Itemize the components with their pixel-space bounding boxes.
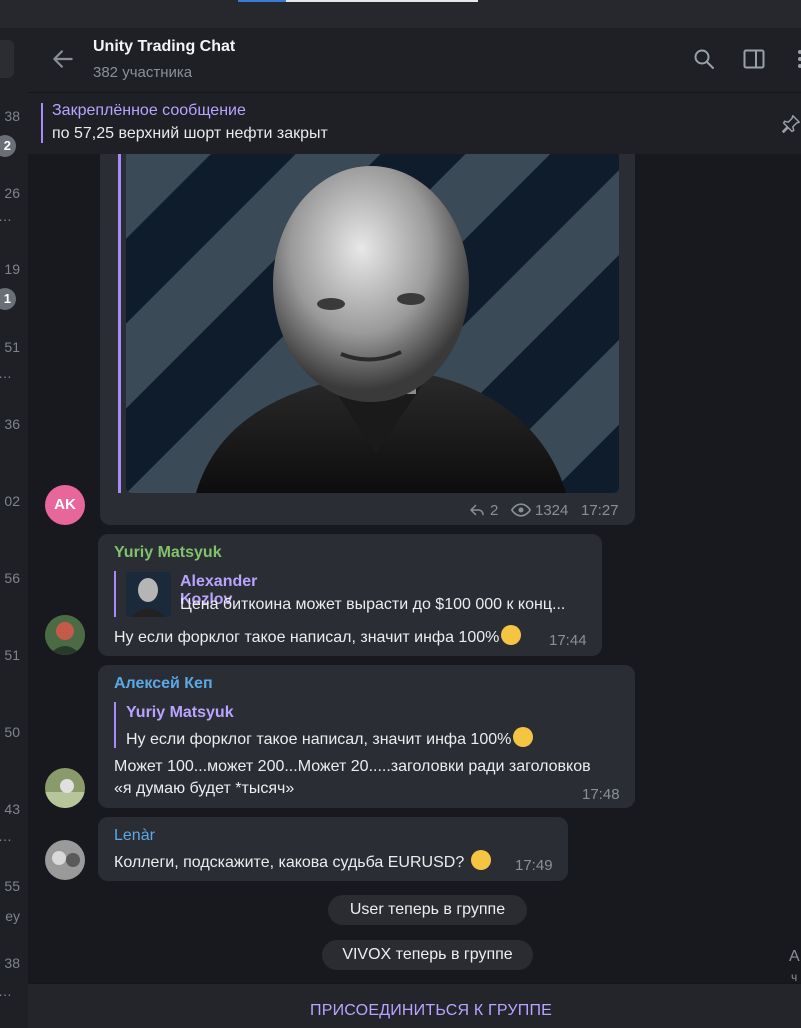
chat-list-time: 55 — [4, 878, 20, 894]
service-message: User теперь в группе — [328, 895, 527, 925]
avatar[interactable]: AK — [45, 485, 85, 525]
chat-list-time: 36 — [4, 416, 20, 432]
sidebar-toggle-icon[interactable] — [742, 47, 766, 71]
unread-badge: 2 — [0, 135, 16, 157]
views-eye-icon — [510, 503, 532, 517]
reply-arrow-icon — [470, 504, 484, 516]
message-text: Коллеги, подскажите, какова судьба EURUS… — [114, 850, 491, 872]
message-bubble[interactable]: Yuriy Matsyuk Alexander Kozlov Цена битк… — [98, 534, 602, 656]
message-time: 17:48 — [582, 786, 620, 803]
quote-thumbnail — [126, 572, 171, 617]
chat-list-time: 19 — [4, 261, 20, 277]
chat-list-time: 26 — [4, 185, 20, 201]
chat-list-time: 51 — [4, 339, 20, 355]
message-bubble[interactable]: Алексей Кеп Yuriy Matsyuk Ну если форкло… — [98, 665, 635, 808]
quote-text: Цена биткоина может вырасти до $100 000 … — [180, 596, 566, 613]
chat-list-panel[interactable]: 38 2 26 … 19 1 51 … 36 02 56 51 50 43 … … — [0, 28, 28, 1028]
avatar[interactable] — [45, 840, 85, 880]
service-message: VIVOX теперь в группе — [322, 940, 533, 970]
quote-sender: Yuriy Matsyuk — [126, 704, 234, 721]
join-group-bar: ПРИСОЕДИНИТЬСЯ К ГРУППЕ — [28, 983, 801, 1028]
chat-list-time: 02 — [4, 493, 20, 509]
more-menu-icon[interactable] — [788, 47, 801, 71]
active-tab-indicator — [238, 0, 286, 2]
quote-text: Ну если форклог такое написал, значит ин… — [126, 727, 534, 749]
pinned-title: Закреплённое сообщение — [52, 102, 246, 119]
laughing-emoji-icon — [501, 625, 522, 645]
unread-badge: 1 — [0, 288, 16, 310]
chat-header: Unity Trading Chat 382 участника — [28, 28, 801, 92]
post-photo[interactable] — [126, 154, 619, 493]
pinned-indicator — [41, 103, 43, 143]
message-text-content: Ну если форклог такое написал, значит ин… — [114, 629, 500, 646]
reply-quote[interactable]: Alexander Kozlov Цена биткоина может выр… — [114, 571, 565, 617]
message-text: Ну если форклог такое написал, значит ин… — [114, 625, 522, 647]
search-icon[interactable] — [692, 47, 716, 71]
chat-list-time: 51 — [4, 647, 20, 663]
chat-list-search[interactable] — [0, 40, 14, 78]
message-time: 17:44 — [549, 632, 587, 649]
chat-list-ellipsis: … — [0, 983, 12, 999]
join-group-button[interactable]: ПРИСОЕДИНИТЬСЯ К ГРУППЕ — [310, 1002, 552, 1020]
chat-list-ellipsis: … — [0, 208, 12, 224]
chat-list-fragment: ey — [5, 908, 20, 924]
laughing-emoji-icon — [513, 727, 534, 747]
avatar-initials: AK — [54, 496, 76, 513]
window-top-strip — [0, 0, 801, 28]
reply-count: 2 — [490, 502, 499, 519]
message-bubble[interactable]: 2 1324 17:27 — [100, 154, 635, 525]
chat-list-ellipsis: … — [0, 828, 12, 844]
avatar[interactable] — [45, 615, 85, 655]
chat-list-time: 38 — [4, 955, 20, 971]
message-text-line2: «я думаю будет *тысяч» — [114, 780, 295, 797]
message-time: 17:27 — [581, 502, 619, 519]
chat-list-time: 38 — [4, 108, 20, 124]
view-count: 1324 — [535, 502, 569, 519]
chat-title[interactable]: Unity Trading Chat — [93, 38, 235, 56]
sender-name[interactable]: Yuriy Matsyuk — [114, 544, 222, 562]
avatar[interactable] — [45, 768, 85, 808]
message-time: 17:49 — [515, 857, 553, 874]
sender-name[interactable]: Lenàr — [114, 827, 155, 845]
chat-list-time: 43 — [4, 801, 20, 817]
quote-text-content: Ну если форклог такое написал, значит ин… — [126, 731, 512, 748]
member-count: 382 участника — [93, 64, 193, 81]
portrait-image — [126, 154, 619, 493]
forward-indicator — [118, 154, 121, 493]
right-edge-char: ч — [791, 970, 798, 984]
reply-quote[interactable]: Yuriy Matsyuk Ну если форклог такое напи… — [114, 702, 614, 748]
message-bubble[interactable]: Lenàr Коллеги, подскажите, какова судьба… — [98, 817, 568, 881]
pinned-message-bar[interactable]: Закреплённое сообщение по 57,25 верхний … — [28, 92, 801, 154]
chat-list-time: 50 — [4, 724, 20, 740]
chat-list-ellipsis: … — [0, 365, 12, 381]
right-edge-char: А — [789, 948, 800, 965]
thinking-emoji-icon — [470, 850, 491, 870]
sender-name[interactable]: Алексей Кеп — [114, 675, 213, 693]
back-arrow-icon[interactable] — [50, 46, 76, 72]
pin-icon[interactable] — [780, 113, 801, 135]
message-text-content: Коллеги, подскажите, какова судьба EURUS… — [114, 854, 465, 871]
pinned-text: по 57,25 верхний шорт нефти закрыт — [52, 125, 328, 142]
chat-list-time: 56 — [4, 570, 20, 586]
message-text: Может 100...может 200...Может 20.....заг… — [114, 758, 591, 775]
